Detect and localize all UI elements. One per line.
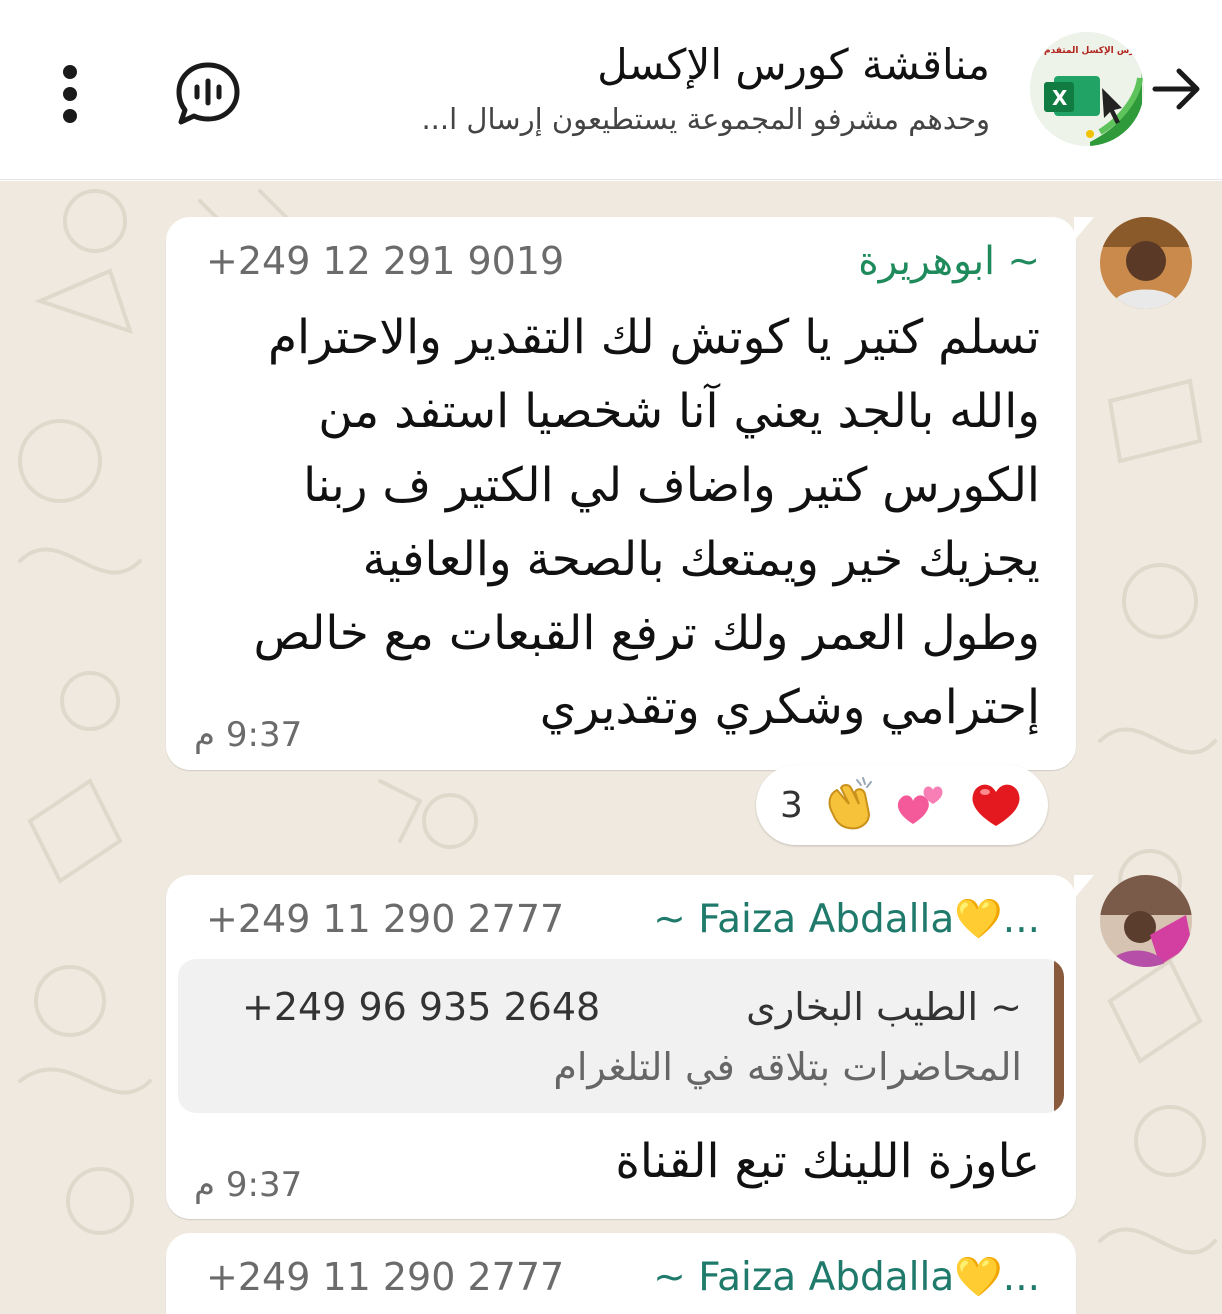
quote-header: +249 96 935 2648 ~ الطيب البخارى (242, 977, 1022, 1037)
quoted-message[interactable]: +249 96 935 2648 ~ الطيب البخارى المحاضر… (178, 959, 1064, 1113)
message-line: الكورس كتير واضاف لي الكتير ف ربنا (303, 458, 1040, 513)
message-time: 9:37 م (194, 1165, 303, 1205)
voice-chat-icon (176, 62, 240, 125)
avatar-photo (1100, 217, 1192, 309)
quote-text: المحاضرات بتلاقه في التلغرام (553, 1045, 1022, 1089)
two-hearts-icon (893, 774, 951, 836)
sender-name[interactable]: ~ ابوهريرة (858, 239, 1040, 284)
message-bubble[interactable]: +249 12 291 9019 ~ ابوهريرة تسلم كتير يا… (166, 217, 1094, 770)
sender-name[interactable]: ~ Faiza Abdalla💛... (653, 1254, 1040, 1300)
message-line: يجزيك خير ويمتعك بالصحة والعافية (362, 532, 1040, 587)
quote-sender-name: ~ الطيب البخارى (746, 985, 1022, 1029)
message-line: إحترامي وشكري وتقديري (539, 680, 1040, 735)
sender-phone[interactable]: +249 12 291 9019 (206, 239, 564, 283)
sender-name[interactable]: ~ Faiza Abdalla💛... (653, 896, 1040, 942)
message-bubble[interactable]: +249 11 290 2777 ~ Faiza Abdalla💛... +24… (166, 875, 1094, 1219)
more-options-button[interactable] (44, 56, 96, 132)
message-text: تسلم كتير يا كوتش لك التقدير والاحترام و… (254, 301, 1041, 745)
avatar-caption: ـرس الإكسل المتقدم (1043, 46, 1138, 56)
quote-accent-bar (1054, 959, 1064, 1113)
voice-chat-button[interactable] (170, 56, 246, 132)
message-reactions[interactable]: 3 (756, 765, 1048, 845)
group-subtitle: وحدهم مشرفو المجموعة يستطيعون إرسال ا... (421, 102, 990, 136)
chat-header: X ـرس الإكسل المتقدم مناقشة كورس الإكسل … (0, 0, 1222, 180)
message-line: وطول العمر ولك ترفع القبعات مع خالص (253, 606, 1041, 661)
quote-phone: +249 96 935 2648 (242, 985, 601, 1029)
sender-phone[interactable]: +249 11 290 2777 (206, 1255, 564, 1299)
message-time: 9:37 م (194, 715, 303, 755)
arrow-right-icon (1152, 68, 1200, 110)
back-button[interactable] (1146, 58, 1208, 120)
more-vertical-icon (63, 65, 77, 123)
message-text: عاوزة اللينك تبع القناة (615, 1134, 1040, 1189)
red-heart-icon (967, 774, 1025, 836)
reaction-count: 3 (780, 784, 803, 826)
title-block[interactable]: مناقشة كورس الإكسل وحدهم مشرفو المجموعة … (290, 36, 990, 142)
bubble-tail (1074, 217, 1094, 241)
sender-avatar[interactable] (1100, 217, 1192, 309)
svg-text:X: X (1052, 86, 1068, 110)
group-title: مناقشة كورس الإكسل (597, 40, 990, 89)
message-bubble[interactable]: +249 11 290 2777 ~ Faiza Abdalla💛... (166, 1233, 1076, 1314)
sender-phone[interactable]: +249 11 290 2777 (206, 897, 564, 941)
message-header: +249 11 290 2777 ~ Faiza Abdalla💛... (206, 1247, 1040, 1307)
message-line: والله بالجد يعني آنا شخصيا استفد من (318, 384, 1040, 439)
group-avatar[interactable]: X ـرس الإكسل المتقدم (1030, 32, 1144, 146)
message-line: تسلم كتير يا كوتش لك التقدير والاحترام (267, 310, 1040, 365)
clapping-hands-icon (819, 774, 877, 836)
message-header: +249 11 290 2777 ~ Faiza Abdalla💛... (206, 889, 1040, 949)
avatar-photo (1100, 875, 1192, 967)
bubble-tail (1074, 875, 1094, 899)
sender-avatar[interactable] (1100, 875, 1192, 967)
message-header: +249 12 291 9019 ~ ابوهريرة (206, 231, 1040, 291)
chat-area[interactable]: +249 12 291 9019 ~ ابوهريرة تسلم كتير يا… (0, 181, 1222, 1314)
